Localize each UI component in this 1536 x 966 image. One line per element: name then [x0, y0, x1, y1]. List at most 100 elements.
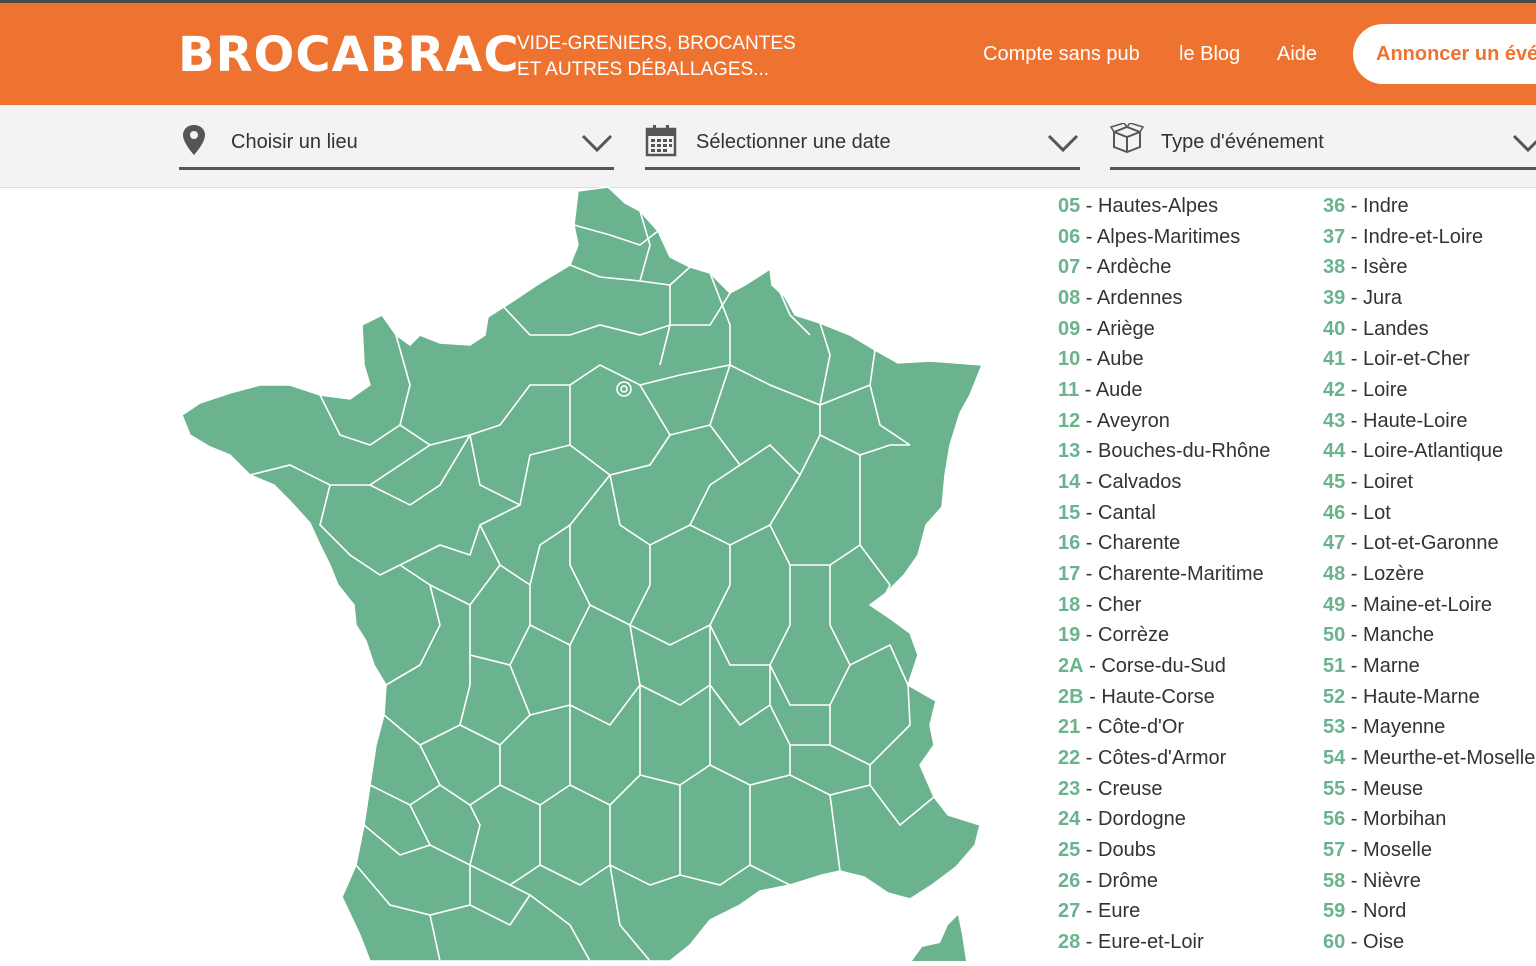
department-link[interactable]: 23 - Creuse [1058, 775, 1163, 803]
department-code: 14 [1058, 471, 1081, 494]
department-link[interactable]: 36 - Indre [1323, 192, 1409, 220]
announce-event-button[interactable]: Annoncer un événement [1353, 24, 1536, 84]
department-link[interactable]: 45 - Loiret [1323, 468, 1413, 496]
department-separator: - [1083, 685, 1102, 708]
department-link[interactable]: 07 - Ardèche [1058, 253, 1171, 281]
department-name: Lot-et-Garonne [1363, 532, 1499, 555]
department-link[interactable]: 44 - Loire-Atlantique [1323, 437, 1503, 465]
department-name: Doubs [1098, 839, 1156, 862]
department-name: Corse-du-Sud [1101, 655, 1226, 678]
event-type-select[interactable]: Type d'événement [1109, 121, 1536, 170]
department-link[interactable]: 52 - Haute-Marne [1323, 683, 1480, 711]
date-select[interactable]: Sélectionner une date [645, 121, 1080, 170]
department-link[interactable]: 56 - Morbihan [1323, 805, 1446, 833]
department-separator: - [1080, 256, 1097, 279]
department-code: 51 [1323, 655, 1346, 678]
department-name: Nord [1363, 900, 1407, 923]
nav-account-link[interactable]: Compte sans pub [983, 43, 1140, 66]
department-separator: - [1345, 563, 1364, 586]
department-link[interactable]: 11 - Aude [1058, 376, 1143, 404]
department-link[interactable]: 57 - Moselle [1323, 836, 1432, 864]
department-link[interactable]: 47 - Lot-et-Garonne [1323, 529, 1499, 557]
department-link[interactable]: 18 - Cher [1058, 591, 1141, 619]
department-link[interactable]: 19 - Corrèze [1058, 621, 1169, 649]
place-select[interactable]: Choisir un lieu [179, 121, 614, 170]
department-link[interactable]: 13 - Bouches-du-Rhône [1058, 437, 1270, 465]
department-separator: - [1079, 379, 1096, 402]
department-link[interactable]: 53 - Mayenne [1323, 713, 1445, 741]
france-departments-map[interactable] [170, 185, 990, 966]
department-link[interactable]: 22 - Côtes-d'Armor [1058, 744, 1226, 772]
department-link[interactable]: 43 - Haute-Loire [1323, 407, 1468, 435]
department-separator: - [1345, 287, 1364, 309]
department-separator: - [1083, 655, 1102, 678]
department-link[interactable]: 15 - Cantal [1058, 499, 1156, 527]
department-link[interactable]: 38 - Isère [1323, 253, 1408, 281]
department-separator: - [1345, 348, 1364, 371]
department-name: Bouches-du-Rhône [1098, 440, 1271, 463]
department-code: 48 [1323, 563, 1346, 586]
department-separator: - [1345, 839, 1364, 862]
department-link[interactable]: 10 - Aube [1058, 345, 1144, 373]
department-separator: - [1345, 379, 1364, 402]
department-separator: - [1345, 532, 1364, 555]
department-link[interactable]: 24 - Dordogne [1058, 805, 1186, 833]
department-link[interactable]: 12 - Aveyron [1058, 407, 1170, 435]
department-name: Loir-et-Cher [1363, 348, 1470, 371]
department-name: Corrèze [1098, 624, 1170, 647]
nav-help-link[interactable]: Aide [1277, 43, 1317, 66]
department-link[interactable]: 2A - Corse-du-Sud [1058, 652, 1226, 680]
department-separator: - [1345, 685, 1364, 708]
site-header: BROCABRAC VIDE-GRENIERS, BROCANTES ET AU… [0, 3, 1536, 105]
department-code: 2B [1058, 685, 1084, 708]
department-link[interactable]: 05 - Hautes-Alpes [1058, 192, 1218, 220]
department-link[interactable]: 16 - Charente [1058, 529, 1180, 557]
department-link[interactable]: 14 - Calvados [1058, 468, 1181, 496]
department-separator: - [1080, 624, 1099, 647]
department-code: 12 [1058, 409, 1081, 432]
department-link[interactable]: 60 - Oise [1323, 928, 1404, 956]
department-link[interactable]: 46 - Lot [1323, 499, 1391, 527]
department-name: Hautes-Alpes [1098, 195, 1219, 217]
department-code: 10 [1058, 348, 1081, 371]
department-link[interactable]: 55 - Meuse [1323, 775, 1423, 803]
department-name: Ariège [1096, 317, 1155, 340]
department-link[interactable]: 49 - Maine-et-Loire [1323, 591, 1492, 619]
department-link[interactable]: 2B - Haute-Corse [1058, 683, 1215, 711]
department-link[interactable]: 25 - Doubs [1058, 836, 1156, 864]
department-link[interactable]: 17 - Charente-Maritime [1058, 560, 1264, 588]
department-name: Eure [1098, 900, 1141, 923]
department-link[interactable]: 08 - Ardennes [1058, 284, 1183, 312]
department-link[interactable]: 54 - Meurthe-et-Moselle [1323, 744, 1535, 772]
department-link[interactable]: 41 - Loir-et-Cher [1323, 345, 1470, 373]
department-name: Creuse [1098, 777, 1163, 800]
department-link[interactable]: 37 - Indre-et-Loire [1323, 223, 1483, 251]
department-name: Ardennes [1096, 287, 1183, 309]
department-name: Calvados [1098, 471, 1182, 494]
department-separator: - [1080, 287, 1097, 309]
department-link[interactable]: 09 - Ariège [1058, 315, 1155, 343]
department-link[interactable]: 27 - Eure [1058, 897, 1140, 925]
department-code: 43 [1323, 409, 1346, 432]
department-link[interactable]: 26 - Drôme [1058, 867, 1158, 895]
department-name: Loire-Atlantique [1363, 440, 1504, 463]
department-link[interactable]: 06 - Alpes-Maritimes [1058, 223, 1240, 251]
department-name: Aude [1095, 379, 1143, 402]
clipped-previous-row [1058, 176, 1458, 186]
department-link[interactable]: 59 - Nord [1323, 897, 1406, 925]
department-link[interactable]: 40 - Landes [1323, 315, 1429, 343]
department-link[interactable]: 51 - Marne [1323, 652, 1420, 680]
department-code: 21 [1058, 716, 1081, 739]
department-code: 38 [1323, 256, 1346, 279]
department-link[interactable]: 50 - Manche [1323, 621, 1434, 649]
department-link[interactable]: 21 - Côte-d'Or [1058, 713, 1184, 741]
department-link[interactable]: 39 - Jura [1323, 284, 1402, 312]
department-link[interactable]: 58 - Nièvre [1323, 867, 1421, 895]
department-code: 36 [1323, 195, 1346, 217]
department-link[interactable]: 28 - Eure-et-Loir [1058, 928, 1204, 956]
department-link[interactable]: 42 - Loire [1323, 376, 1408, 404]
department-separator: - [1345, 317, 1364, 340]
department-link[interactable]: 48 - Lozère [1323, 560, 1424, 588]
nav-blog-link[interactable]: le Blog [1179, 43, 1240, 66]
brand-logo[interactable]: BROCABRAC [178, 29, 520, 81]
